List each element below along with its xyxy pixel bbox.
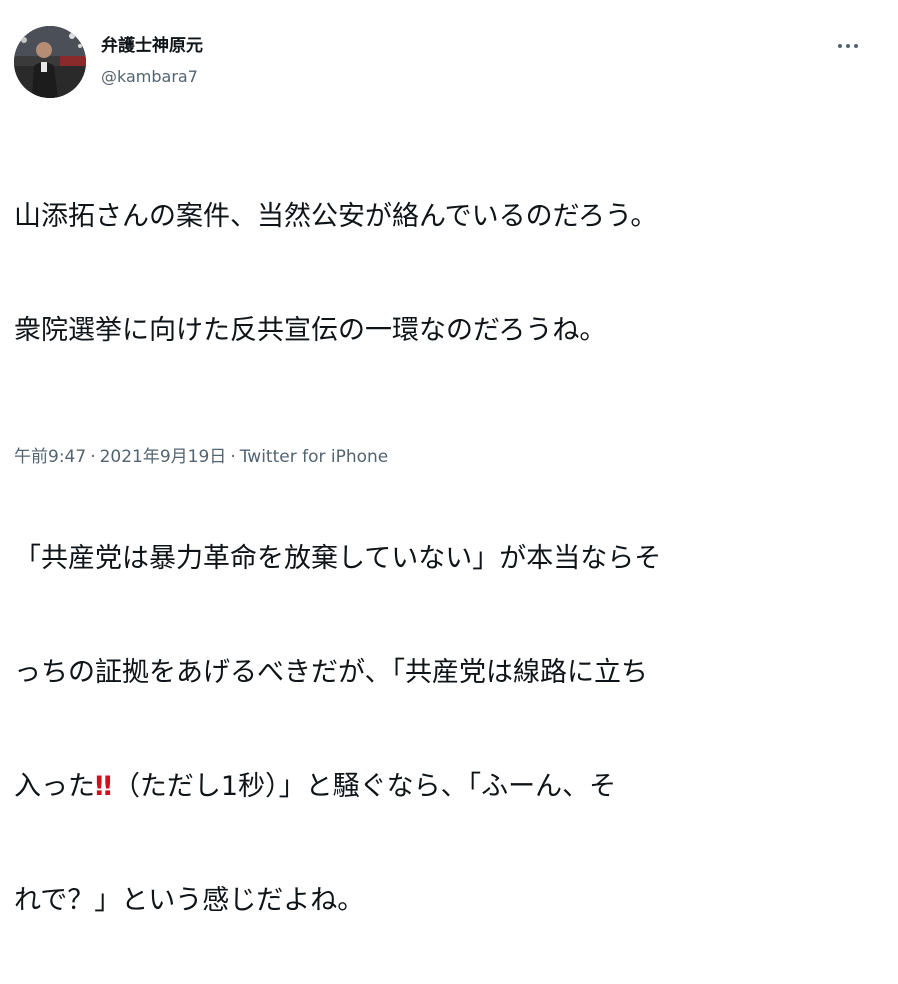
double-exclamation-emoji: ‼ [95, 771, 112, 802]
meta-separator: · [90, 447, 96, 467]
tweet-line: れで？」という感じだよね。 [14, 885, 365, 916]
tweet-line: 衆院選挙に向けた反共宣伝の一環なのだろうね。 [14, 315, 607, 346]
author-display-name[interactable]: 弁護士神原元 [101, 35, 203, 57]
tweet-line-segment: （ただし1秒）」と騒ぐなら、「ふーん、そ [112, 771, 617, 802]
more-dot [854, 44, 858, 48]
tweet-line: っちの証拠をあげるべきだが、「共産党は線路に立ち [14, 657, 648, 688]
tweet-metadata: 午前9:47 · 2021年9月19日 · Twitter for iPhone [14, 445, 388, 469]
tweet-date[interactable]: 2021年9月19日 [100, 447, 227, 467]
tweet-card: 弁護士神原元 @kambara7 山添拓さんの案件、当然公安が絡んでいるのだろう… [0, 0, 885, 916]
avatar[interactable] [14, 26, 86, 98]
tweet-line: 「共産党は暴力革命を放棄していない」が本当ならそ [14, 543, 662, 574]
avatar-photo [14, 26, 86, 98]
tweet-source[interactable]: Twitter for iPhone [240, 447, 389, 467]
more-dot [838, 44, 842, 48]
tweet-line: 入った‼ （ただし1秒）」と騒ぐなら、「ふーん、そ [14, 768, 874, 806]
meta-separator: · [230, 447, 236, 467]
more-dot [846, 44, 850, 48]
more-options-icon[interactable] [830, 32, 866, 60]
tweet-text: 山添拓さんの案件、当然公安が絡んでいるのだろう。 衆院選挙に向けた反共宣伝の一環… [14, 122, 874, 984]
tweet-time[interactable]: 午前9:47 [14, 447, 86, 467]
tweet-line: 山添拓さんの案件、当然公安が絡んでいるのだろう。 [14, 201, 658, 232]
page-edge [884, 0, 898, 492]
author-handle[interactable]: @kambara7 [101, 66, 198, 88]
tweet-line-segment: 入った [14, 771, 95, 802]
